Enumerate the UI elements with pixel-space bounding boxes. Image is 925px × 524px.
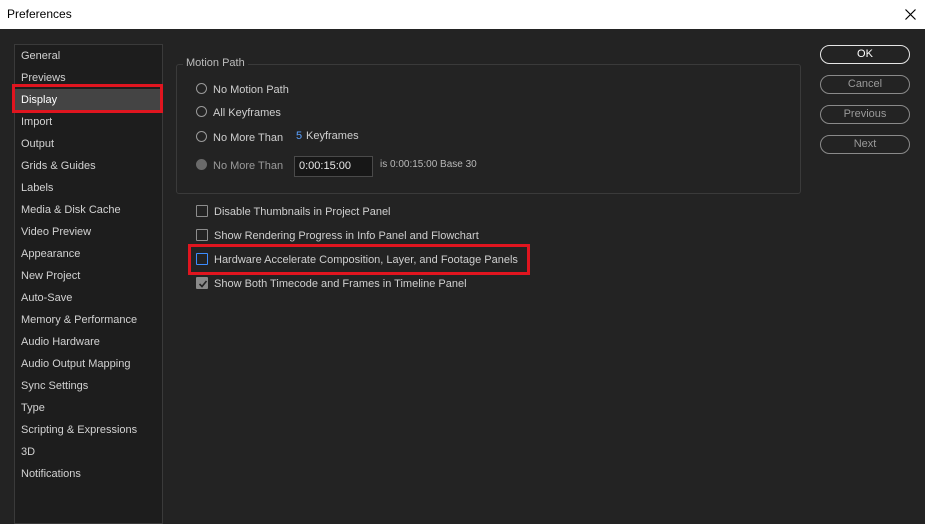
keyframes-suffix-label: Keyframes — [306, 130, 359, 142]
highlight-box-hardware-accelerate — [188, 244, 530, 275]
window-title: Preferences — [7, 7, 72, 21]
checkbox-label: Show Both Timecode and Frames in Timelin… — [214, 278, 467, 290]
sidebar-item-sync-settings[interactable]: Sync Settings — [15, 375, 162, 397]
radio-button[interactable] — [196, 106, 207, 117]
ok-button[interactable]: OK — [820, 45, 910, 64]
checkbox-label: Disable Thumbnails in Project Panel — [214, 206, 391, 218]
radio-label: All Keyframes — [213, 107, 281, 119]
checkbox[interactable] — [196, 205, 208, 217]
radio-label: No Motion Path — [213, 84, 289, 96]
sidebar-item-notifications[interactable]: Notifications — [15, 463, 162, 485]
keyframes-count-value[interactable]: 5 — [296, 130, 302, 142]
title-bar: Preferences — [0, 0, 925, 29]
sidebar-item-auto-save[interactable]: Auto-Save — [15, 287, 162, 309]
sidebar-item-video-preview[interactable]: Video Preview — [15, 221, 162, 243]
sidebar-item-output[interactable]: Output — [15, 133, 162, 155]
highlight-box-display — [12, 84, 163, 113]
sidebar-item-import[interactable]: Import — [15, 111, 162, 133]
sidebar-item-3d[interactable]: 3D — [15, 441, 162, 463]
checkbox[interactable] — [196, 229, 208, 241]
motion-path-group-label: Motion Path — [183, 57, 248, 69]
sidebar-item-labels[interactable]: Labels — [15, 177, 162, 199]
sidebar-item-media-disk-cache[interactable]: Media & Disk Cache — [15, 199, 162, 221]
checkmark-icon — [198, 280, 208, 288]
sidebar-item-new-project[interactable]: New Project — [15, 265, 162, 287]
radio-label: No More Than — [213, 160, 284, 172]
previous-button[interactable]: Previous — [820, 105, 910, 124]
cancel-button[interactable]: Cancel — [820, 75, 910, 94]
timecode-input[interactable]: 0:00:15:00 — [294, 156, 373, 177]
radio-label: No More Than — [213, 132, 284, 144]
sidebar-item-general[interactable]: General — [15, 45, 162, 67]
preferences-category-list: General Previews Display Import Output G… — [14, 44, 163, 524]
close-button[interactable] — [896, 0, 925, 29]
radio-button[interactable] — [196, 159, 207, 170]
sidebar-item-memory-performance[interactable]: Memory & Performance — [15, 309, 162, 331]
sidebar-item-grids-guides[interactable]: Grids & Guides — [15, 155, 162, 177]
close-icon — [905, 9, 916, 20]
sidebar-item-audio-hardware[interactable]: Audio Hardware — [15, 331, 162, 353]
sidebar-item-audio-output-mapping[interactable]: Audio Output Mapping — [15, 353, 162, 375]
checkbox[interactable] — [196, 277, 208, 289]
sidebar-item-appearance[interactable]: Appearance — [15, 243, 162, 265]
radio-button[interactable] — [196, 131, 207, 142]
checkbox-label: Show Rendering Progress in Info Panel an… — [214, 230, 479, 242]
next-button[interactable]: Next — [820, 135, 910, 154]
sidebar-item-type[interactable]: Type — [15, 397, 162, 419]
timecode-base-note: is 0:00:15:00 Base 30 — [380, 159, 477, 170]
sidebar-item-scripting-expressions[interactable]: Scripting & Expressions — [15, 419, 162, 441]
radio-button[interactable] — [196, 83, 207, 94]
